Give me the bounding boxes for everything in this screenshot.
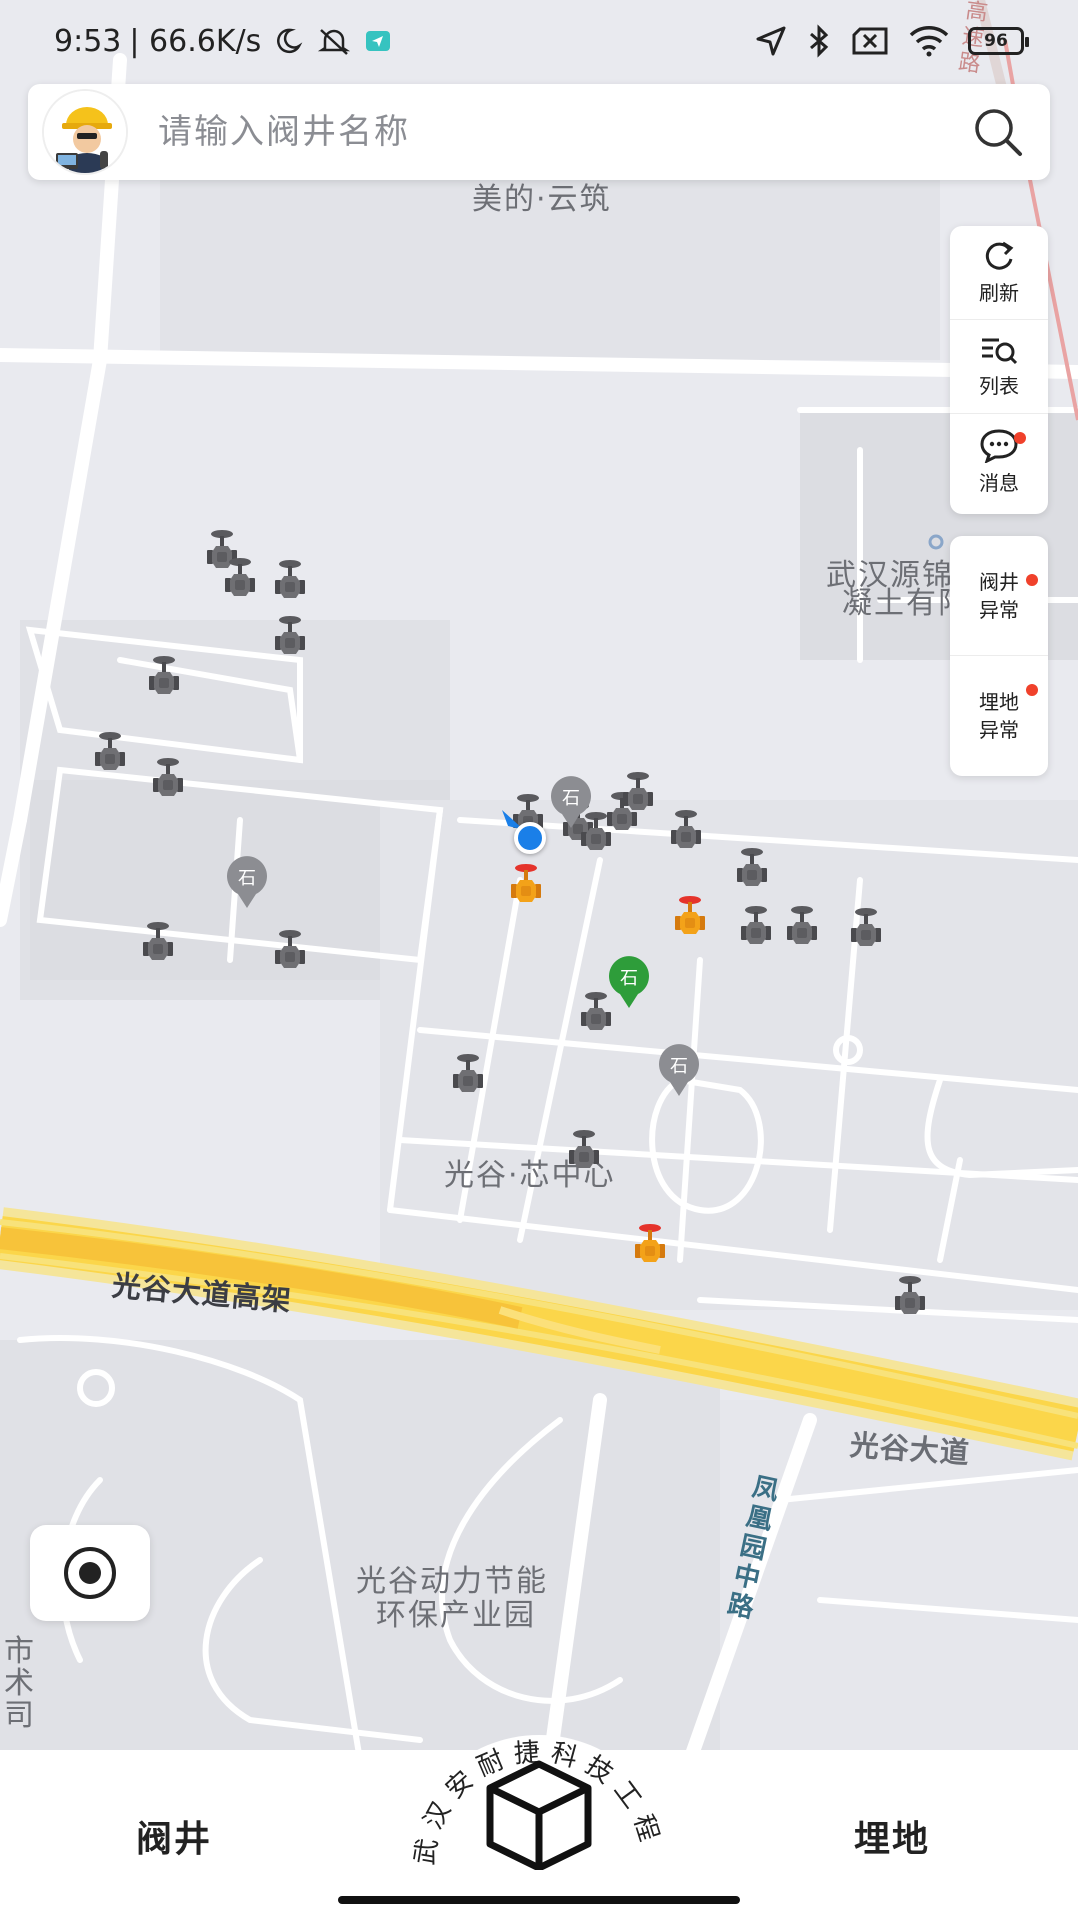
app-notification-icon <box>366 31 391 51</box>
search-icon <box>975 109 1022 156</box>
valve-marker[interactable] <box>668 808 704 852</box>
valve-anomaly-button[interactable]: 阀井异常 <box>950 536 1048 656</box>
valve-marker[interactable] <box>272 614 308 658</box>
refresh-button[interactable]: 刷新 <box>950 226 1048 320</box>
valve-marker-alert[interactable] <box>672 894 708 938</box>
refresh-label: 刷新 <box>979 281 1019 305</box>
mute-icon <box>318 29 351 55</box>
nav-buried-tab[interactable]: 埋地 <box>854 1810 930 1862</box>
valve-marker[interactable] <box>222 556 258 600</box>
valve-marker-alert[interactable] <box>632 1222 668 1266</box>
valve-anomaly-label: 阀井异常 <box>979 569 1019 622</box>
valve-marker[interactable] <box>738 904 774 948</box>
valve-marker-alert[interactable] <box>508 862 544 906</box>
status-time: 9:53 <box>54 23 122 59</box>
list-label: 列表 <box>979 374 1019 398</box>
valve-marker[interactable] <box>272 558 308 602</box>
valve-marker[interactable] <box>892 1274 928 1318</box>
svg-text:石: 石 <box>620 968 638 989</box>
valve-marker[interactable] <box>140 920 176 964</box>
location-arrow-icon <box>756 26 786 56</box>
map-label-left-edge: 市术司 <box>4 1634 36 1733</box>
anomaly-toolbar: 阀井异常 埋地异常 <box>950 536 1048 776</box>
nav-valve-tab[interactable]: 阀井 <box>136 1810 212 1862</box>
battery-icon: 96 <box>968 27 1029 55</box>
valve-marker[interactable] <box>146 654 182 698</box>
messages-button[interactable]: 消息 <box>950 414 1048 508</box>
target-icon <box>64 1547 116 1599</box>
map-label-meidi: 美的·云筑 <box>472 182 612 217</box>
bluetooth-icon <box>810 24 829 58</box>
locate-button[interactable] <box>30 1525 150 1621</box>
buried-anomaly-button[interactable]: 埋地异常 <box>950 656 1048 776</box>
svg-text:石: 石 <box>238 868 256 889</box>
wifi-icon <box>909 26 949 57</box>
refresh-icon <box>985 241 1014 270</box>
sim-disabled-icon <box>852 27 888 55</box>
list-button[interactable]: 列表 <box>950 320 1048 414</box>
home-indicator <box>338 1896 740 1904</box>
valve-marker[interactable] <box>848 906 884 950</box>
map-label-park-line2: 环保产业园 <box>376 1598 536 1633</box>
valve-anomaly-badge <box>1026 574 1038 586</box>
map-view[interactable]: 美的·云筑 武汉源锦 凝土有限 光谷·芯中心 光谷大道高架 光谷大道 凤凰园中路… <box>0 0 1078 1918</box>
valve-marker[interactable] <box>450 1052 486 1096</box>
search-bar <box>28 84 1050 180</box>
svg-text:石: 石 <box>562 788 580 809</box>
buried-pipe-pin[interactable]: 石 <box>224 856 270 910</box>
valve-marker[interactable] <box>784 904 820 948</box>
buried-pipe-pin[interactable]: 石 <box>656 1044 702 1098</box>
status-bar: 9:53 | 66.6K/s 96 <box>0 0 1078 82</box>
road-label-guanggu-avenue: 光谷大道 <box>848 1427 971 1471</box>
status-network-speed: | 66.6K/s <box>129 23 262 59</box>
center-home-button[interactable]: 武汉安耐捷科技工程… <box>404 1690 674 1870</box>
svg-text:石: 石 <box>670 1056 688 1077</box>
chat-bubble-icon <box>980 428 1018 463</box>
map-toolbar: 刷新 列表 消息 <box>950 226 1048 514</box>
buried-pipe-pin-green[interactable]: 石 <box>606 956 652 1010</box>
current-location-marker <box>514 822 546 854</box>
messages-badge <box>1014 432 1026 444</box>
moon-icon <box>277 28 303 54</box>
valve-marker[interactable] <box>620 770 656 814</box>
search-input[interactable] <box>158 112 966 152</box>
list-search-icon <box>982 338 1018 365</box>
valve-marker[interactable] <box>566 1128 602 1172</box>
valve-marker[interactable] <box>92 730 128 774</box>
buried-anomaly-label: 埋地异常 <box>979 690 1019 742</box>
valve-marker[interactable] <box>272 928 308 972</box>
messages-label: 消息 <box>979 470 1019 495</box>
valve-marker[interactable] <box>150 756 186 800</box>
valve-marker[interactable] <box>734 846 770 890</box>
buried-anomaly-badge <box>1026 684 1038 696</box>
buried-pipe-pin[interactable]: 石 <box>548 776 594 830</box>
search-button[interactable] <box>966 100 1030 164</box>
worker-avatar-icon[interactable] <box>42 89 128 175</box>
